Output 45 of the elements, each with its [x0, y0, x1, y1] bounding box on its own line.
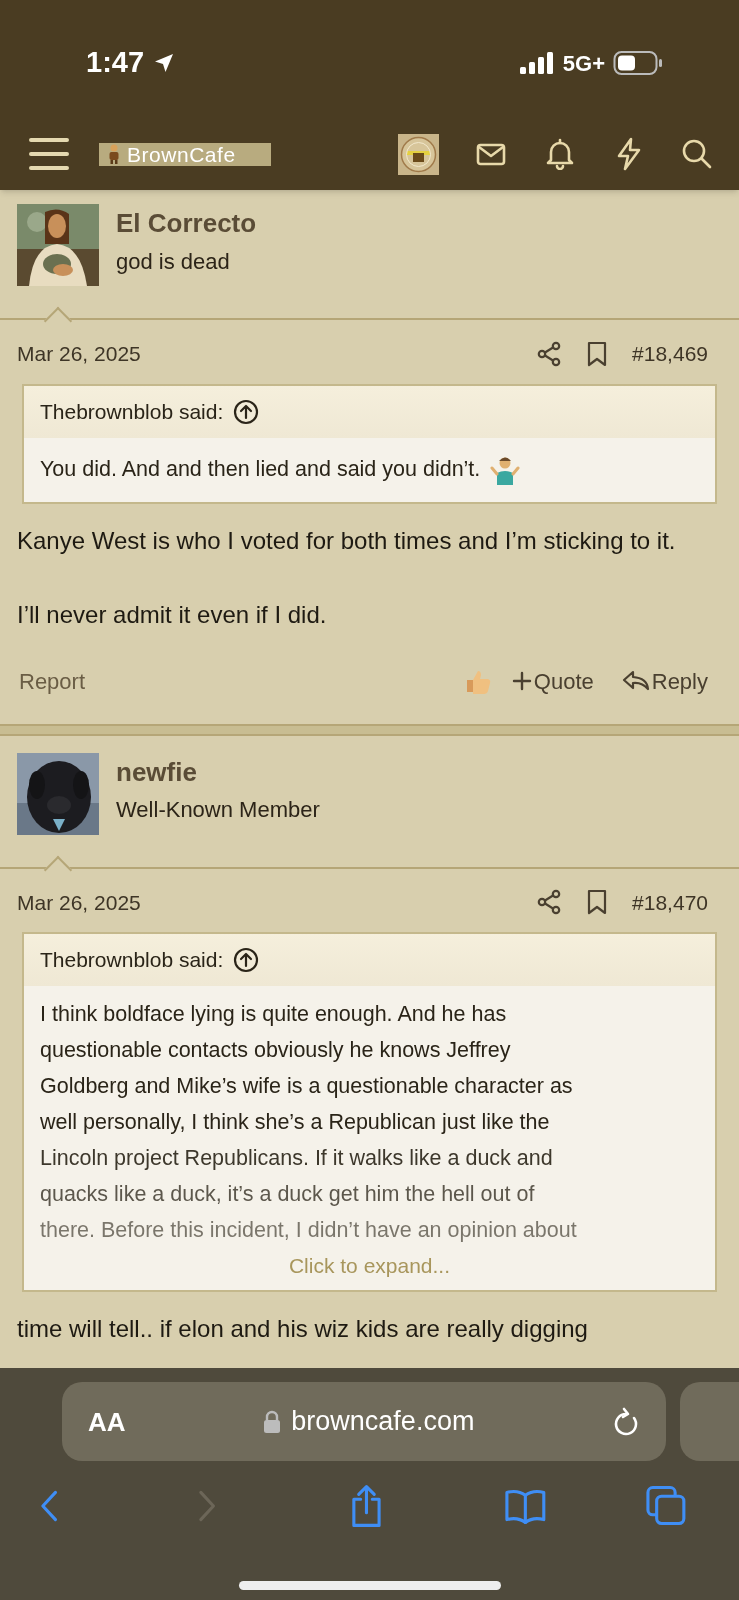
plus-icon [511, 671, 532, 691]
quote-text: Lincoln project Republicans. If it walks like a duck and [40, 1144, 553, 1172]
post-date[interactable]: Mar 26, 2025 [17, 338, 141, 370]
network-label: 5G+ [562, 49, 605, 78]
quote-text: Goldberg and Mike’s wife is a questionable character as [40, 1072, 573, 1100]
user-title: Well-Known Member [116, 796, 320, 824]
clock-time: 1:47 [86, 45, 145, 81]
text-size-button[interactable]: AA [88, 1408, 126, 1435]
bookmark-icon[interactable] [586, 889, 609, 916]
tabs-icon[interactable] [646, 1485, 687, 1527]
author-name[interactable]: El Correcto [116, 207, 257, 240]
battery-icon [613, 50, 663, 76]
reply-button[interactable]: Reply [621, 664, 708, 698]
post-text: I’ll never admit it even if I did. [17, 599, 328, 630]
bookmarks-icon[interactable] [503, 1487, 547, 1525]
signal-icon [518, 51, 555, 75]
post-text: time will tell.. if elon and his wiz kids are really digging [17, 1313, 589, 1344]
post-text: Kanye West is who I voted for both times and I’m sticking to it. [17, 525, 677, 556]
search-icon[interactable] [681, 138, 713, 170]
report-link[interactable]: Report [19, 664, 86, 698]
share-icon[interactable] [536, 340, 563, 367]
quote-author[interactable]: Thebrownblob said: [40, 395, 224, 428]
post-number[interactable]: #18,469 [632, 338, 708, 370]
menu-icon[interactable] [29, 137, 69, 171]
quote-text: questionable contacts obviously he knows Jeffrey [40, 1036, 511, 1064]
quote-text: there. Before this incident, I didn’t have an opinion about [40, 1216, 577, 1244]
quote-author[interactable]: Thebrownblob said: [40, 944, 224, 976]
bookmark-icon[interactable] [586, 340, 609, 367]
lightning-icon[interactable] [615, 137, 643, 171]
quote-button[interactable]: Quote [511, 664, 594, 698]
reply-arrow-icon [621, 669, 650, 693]
post-number[interactable]: #18,470 [632, 886, 708, 918]
address-bar[interactable]: AA browncafe.com [62, 1382, 667, 1461]
user-title: god is dead [116, 247, 231, 275]
bell-icon[interactable] [545, 138, 575, 170]
lock-icon [263, 1409, 282, 1434]
quote-text: I think boldface lying is quite enough. And he has [40, 1000, 507, 1028]
mascot-icon [107, 144, 121, 164]
post-date[interactable]: Mar 26, 2025 [17, 886, 141, 918]
share-icon[interactable] [536, 889, 563, 916]
quote-text: You did. And and then lied and said you didn’t. [40, 456, 481, 484]
quote-text: quacks like a duck, it’s a duck get him the hell out of [40, 1180, 535, 1208]
url-text: browncafe.com [291, 1408, 475, 1435]
quote-text: well personally, I think she’s a Republican just like the [40, 1108, 550, 1136]
author-name[interactable]: newfie [116, 755, 320, 788]
